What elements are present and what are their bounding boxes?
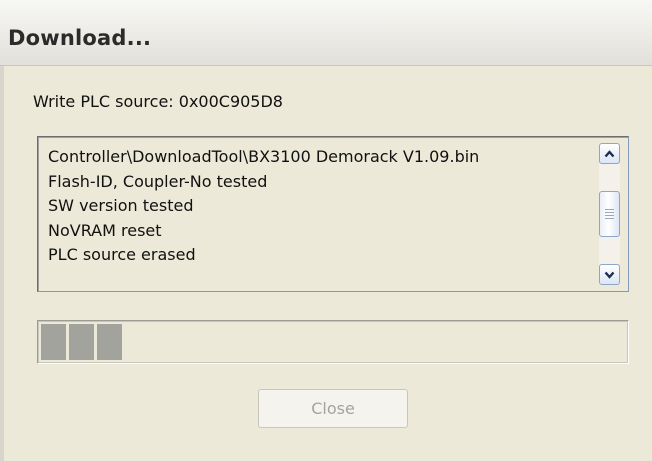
chevron-up-icon (604, 149, 615, 157)
log-listbox[interactable]: Controller\DownloadTool\BX3100 Demorack … (37, 136, 629, 292)
progress-block (97, 324, 122, 360)
title-bar[interactable]: Download... (0, 0, 652, 66)
window-title: Download... (8, 26, 152, 50)
scroll-up-button[interactable] (599, 143, 620, 164)
scroll-down-button[interactable] (599, 264, 620, 285)
scroll-thumb[interactable] (599, 191, 620, 237)
status-text: Write PLC source: 0x00C905D8 (33, 92, 283, 111)
log-line: NoVRAM reset (48, 220, 162, 240)
log-scrollbar[interactable] (599, 143, 620, 285)
download-dialog: Download... Write PLC source: 0x00C905D8… (0, 0, 652, 461)
progress-block (69, 324, 94, 360)
log-lines: Controller\DownloadTool\BX3100 Demorack … (48, 145, 479, 268)
log-line: PLC source erased (48, 245, 196, 264)
progress-fill (41, 324, 122, 360)
log-line: Flash-ID, Coupler-No tested (48, 171, 268, 191)
progress-block (41, 324, 66, 360)
grip-icon (605, 207, 614, 221)
log-line: SW version tested (48, 196, 194, 215)
download-progress-bar (37, 320, 629, 364)
log-line: Controller\DownloadTool\BX3100 Demorack … (48, 147, 480, 166)
close-button[interactable]: Close (258, 389, 408, 428)
chevron-down-icon (604, 271, 615, 279)
